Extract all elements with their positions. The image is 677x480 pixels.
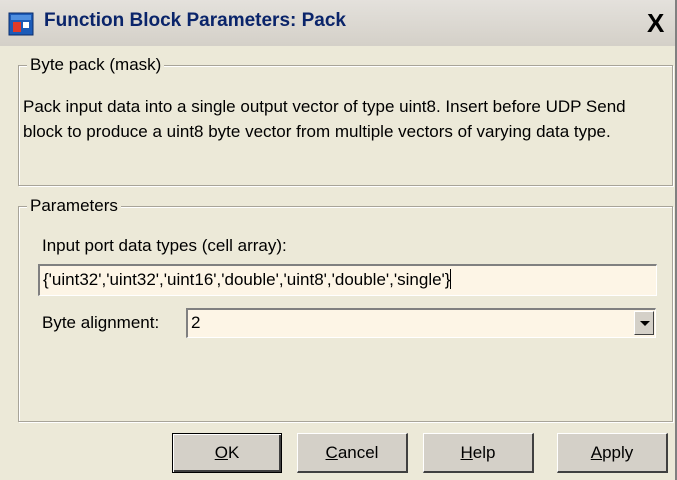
byte-alignment-label: Byte alignment: — [42, 313, 160, 332]
dialog-body: Byte pack (mask) Pack input data into a … — [0, 46, 675, 480]
close-button[interactable]: X — [646, 8, 672, 38]
simulink-block-icon — [8, 12, 34, 36]
apply-button[interactable]: Apply — [557, 433, 668, 473]
ok-button[interactable]: OK — [172, 433, 282, 473]
window-title: Function Block Parameters: Pack — [44, 10, 346, 31]
byte-alignment-value: 2 — [191, 313, 201, 332]
close-icon: X — [647, 8, 665, 38]
cancel-button[interactable]: Cancel — [297, 433, 408, 473]
input-types-label: Input port data types (cell array): — [42, 236, 287, 255]
dialog-window: Function Block Parameters: Pack X Byte p… — [0, 0, 677, 480]
mask-group-legend: Byte pack (mask) — [27, 55, 165, 75]
text-caret — [450, 269, 452, 289]
parameters-group-legend: Parameters — [27, 196, 121, 216]
title-bar[interactable]: Function Block Parameters: Pack X — [0, 0, 675, 46]
mask-description: Pack input data into a single output vec… — [23, 97, 626, 141]
input-types-field[interactable]: {'uint32','uint32','uint16','double','ui… — [38, 264, 657, 296]
help-button[interactable]: Help — [423, 433, 534, 473]
byte-alignment-select[interactable]: 2 — [186, 308, 656, 338]
input-types-value: {'uint32','uint32','uint16','double','ui… — [43, 270, 451, 289]
chevron-down-icon[interactable] — [634, 311, 654, 335]
